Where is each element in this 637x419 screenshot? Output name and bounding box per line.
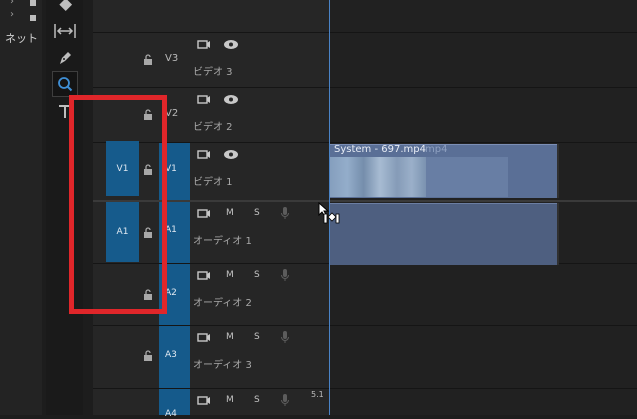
- solo-button[interactable]: S: [254, 208, 260, 218]
- clip-thumbnail: [330, 157, 426, 197]
- eye-icon[interactable]: [223, 94, 239, 105]
- track-name-a2[interactable]: オーディオ 2: [193, 294, 252, 309]
- mute-button[interactable]: M: [226, 332, 234, 342]
- solo-button[interactable]: S: [254, 270, 260, 280]
- sync-lock-icon[interactable]: [197, 208, 211, 219]
- track-name-a3[interactable]: オーディオ 3: [193, 356, 252, 371]
- razor-tool[interactable]: [53, 0, 77, 18]
- razor-icon: [59, 0, 73, 11]
- mute-button[interactable]: M: [226, 395, 234, 405]
- sync-lock-icon[interactable]: [197, 149, 211, 160]
- bin-icon: [30, 15, 36, 21]
- solo-button[interactable]: S: [254, 395, 260, 405]
- sync-lock-icon[interactable]: [197, 39, 211, 50]
- audio-clip[interactable]: [330, 203, 557, 265]
- lock-icon[interactable]: [142, 54, 154, 66]
- folder-label[interactable]: ネット: [5, 30, 38, 46]
- microphone-icon[interactable]: [280, 330, 290, 344]
- slip-tool[interactable]: [53, 19, 77, 43]
- project-panel: › › ネット: [0, 0, 42, 415]
- sync-lock-icon[interactable]: [197, 270, 211, 281]
- track-name-v1[interactable]: ビデオ 1: [193, 173, 233, 188]
- mute-button[interactable]: M: [226, 270, 234, 280]
- solo-button[interactable]: S: [254, 332, 260, 342]
- clip-thumbnail-area: [426, 157, 508, 197]
- edit-cursor-icon: [318, 202, 340, 224]
- clip-name-ghost: mp4: [425, 144, 448, 155]
- lock-icon[interactable]: [142, 350, 154, 362]
- zoom-icon: [58, 77, 73, 92]
- microphone-icon[interactable]: [280, 393, 290, 407]
- highlight-box: [69, 95, 167, 314]
- zoom-tool[interactable]: [52, 71, 78, 97]
- sync-lock-icon[interactable]: [197, 332, 211, 343]
- clip-name: System - 697.mp4: [334, 144, 426, 155]
- channel-label: 5.1: [311, 390, 324, 399]
- track-target-a3[interactable]: A3: [159, 326, 190, 388]
- track-name-v3[interactable]: ビデオ 3: [193, 63, 233, 78]
- track-name-a1[interactable]: オーディオ 1: [193, 232, 252, 247]
- slip-icon: [54, 24, 76, 38]
- track-divider: [93, 87, 637, 88]
- eye-icon[interactable]: [223, 149, 239, 160]
- expand-arrow-icon[interactable]: ›: [10, 0, 14, 7]
- expand-arrow-icon[interactable]: ›: [10, 9, 14, 20]
- clip-end-handle[interactable]: [557, 144, 559, 198]
- microphone-icon[interactable]: [280, 268, 290, 282]
- sync-lock-icon[interactable]: [197, 94, 211, 105]
- sync-lock-icon[interactable]: [197, 395, 211, 406]
- track-id-v3[interactable]: V3: [165, 53, 178, 64]
- track-name-v2[interactable]: ビデオ 2: [193, 118, 233, 133]
- microphone-icon[interactable]: [280, 206, 290, 220]
- track-divider: [93, 32, 637, 33]
- clip-end-handle[interactable]: [557, 203, 559, 265]
- track-target-a4[interactable]: A4: [159, 389, 190, 419]
- mute-button[interactable]: M: [226, 208, 234, 218]
- bin-icon: [30, 0, 36, 6]
- pen-icon: [60, 52, 71, 64]
- pen-tool[interactable]: [53, 46, 77, 70]
- eye-icon[interactable]: [223, 39, 239, 50]
